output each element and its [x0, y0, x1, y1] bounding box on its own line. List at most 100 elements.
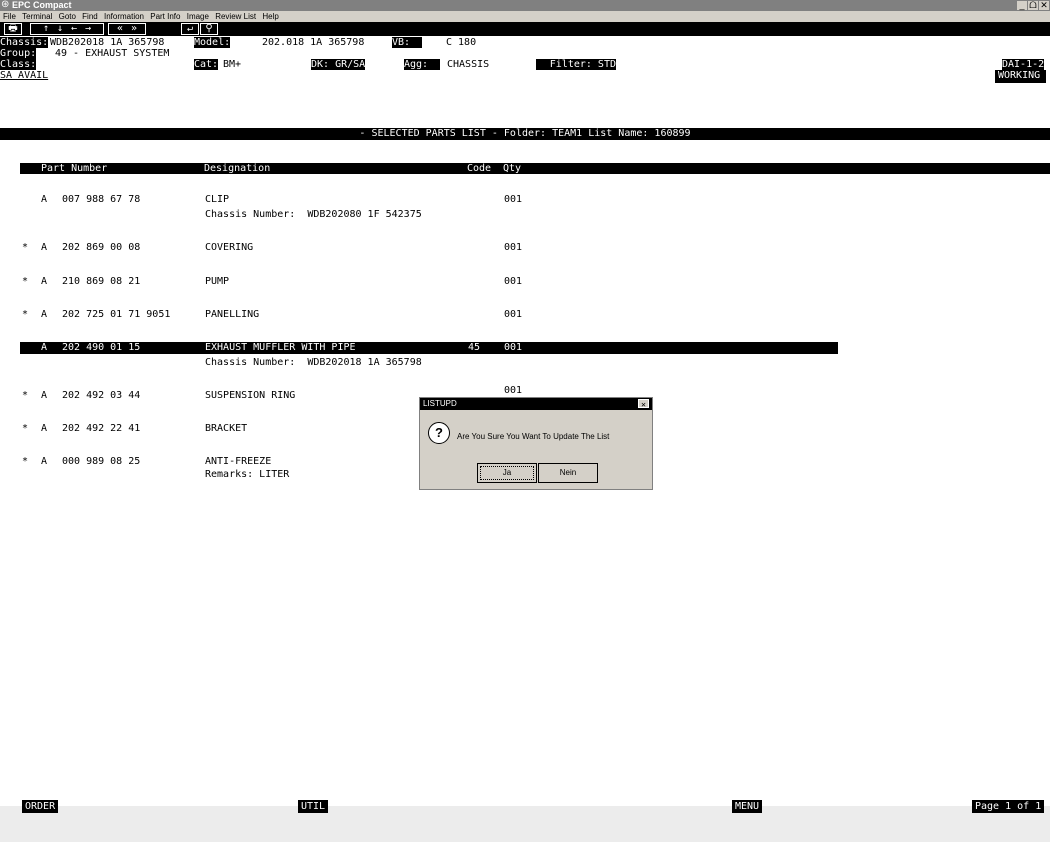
- dai-label: DAI-1-2: [1002, 59, 1045, 70]
- dialog-close-icon[interactable]: ✕: [638, 399, 649, 409]
- search-button[interactable]: ⚲: [200, 23, 218, 35]
- selection-highlight: [20, 342, 838, 354]
- row-qty: 001: [504, 342, 523, 353]
- menu-help[interactable]: Help: [262, 11, 278, 22]
- menu-file[interactable]: File: [3, 11, 16, 22]
- row-designation: COVERING: [205, 242, 254, 253]
- search-icon: ⚲: [205, 23, 213, 34]
- filter-label: Filter: STD: [536, 59, 616, 70]
- row-part-number: 202 492 03 44: [62, 390, 141, 401]
- row-designation: EXHAUST MUFFLER WITH PIPE: [205, 342, 356, 353]
- row-chassis-note: Chassis Number: WDB202018 1A 365798: [205, 357, 422, 368]
- row-qty: 001: [504, 194, 523, 205]
- app-icon: ⊛: [1, 0, 10, 10]
- arrow-up-icon[interactable]: ↑: [39, 24, 53, 34]
- menu-information[interactable]: Information: [104, 11, 144, 22]
- enter-icon: ↵: [186, 23, 194, 34]
- chassis-value: WDB202018 1A 365798: [50, 37, 165, 48]
- question-icon: ?: [428, 422, 450, 444]
- row-part-number: 202 490 01 15: [62, 342, 141, 353]
- row-prefix: A: [41, 276, 48, 287]
- col-designation[interactable]: Designation: [204, 163, 270, 174]
- arrow-left-icon[interactable]: ←: [67, 24, 81, 34]
- row-qty: 001: [504, 276, 523, 287]
- row-code: 45: [468, 342, 481, 353]
- model-value: 202.018 1A 365798: [262, 37, 365, 48]
- agg-label: Agg:: [404, 59, 440, 70]
- menu-find[interactable]: Find: [82, 11, 98, 22]
- print-icon: 🖶: [8, 23, 18, 34]
- row-mark: *: [22, 242, 29, 253]
- menu-image[interactable]: Image: [187, 11, 209, 22]
- row-designation: SUSPENSION RING: [205, 390, 296, 401]
- row-prefix: A: [41, 194, 48, 205]
- row-part-number: 007 988 67 78: [62, 194, 141, 205]
- print-button[interactable]: 🖶: [4, 23, 22, 35]
- order-key[interactable]: ORDER: [22, 800, 59, 813]
- page-indicator: Page 1 of 1: [972, 800, 1045, 813]
- row-mark: *: [22, 276, 29, 287]
- double-left-icon[interactable]: «: [113, 24, 127, 34]
- vb-value: C 180: [446, 37, 477, 48]
- col-code[interactable]: Code: [467, 163, 491, 174]
- row-mark: *: [22, 423, 29, 434]
- row-designation: BRACKET: [205, 423, 248, 434]
- menu-goto[interactable]: Goto: [59, 11, 76, 22]
- row-prefix: A: [41, 423, 48, 434]
- arrow-down-icon[interactable]: ↓: [53, 24, 67, 34]
- menu-terminal[interactable]: Terminal: [22, 11, 52, 22]
- close-button[interactable]: ✕: [1039, 1, 1049, 10]
- row-mark: *: [22, 390, 29, 401]
- enter-button[interactable]: ↵: [181, 23, 199, 35]
- row-designation: PANELLING: [205, 309, 260, 320]
- group-value: 49 - EXHAUST SYSTEM: [55, 48, 170, 59]
- row-prefix: A: [41, 342, 48, 353]
- working-status: WORKING: [995, 70, 1047, 83]
- row-remarks: Remarks: LITER: [205, 469, 290, 480]
- vb-label: VB:: [392, 37, 422, 48]
- row-prefix: A: [41, 242, 48, 253]
- row-part-number: 000 989 08 25: [62, 456, 141, 467]
- menu-part-info[interactable]: Part Info: [150, 11, 180, 22]
- row-chassis-note: Chassis Number: WDB202080 1F 542375: [205, 209, 422, 220]
- col-qty[interactable]: Qty: [503, 163, 521, 174]
- arrow-right-icon[interactable]: →: [81, 24, 95, 34]
- menu-review-list[interactable]: Review List: [215, 11, 256, 22]
- arrow-button-group: ↑ ↓ ← →: [30, 23, 104, 35]
- class-label: Class:: [0, 59, 37, 70]
- restore-button[interactable]: ᗝ: [1028, 1, 1038, 10]
- row-prefix: A: [41, 456, 48, 467]
- dialog-message: Are You Sure You Want To Update The List: [457, 432, 610, 441]
- row-part-number: 202 725 01 71 9051: [62, 309, 171, 320]
- agg-value: CHASSIS: [447, 59, 490, 70]
- window-title: EPC Compact: [12, 0, 72, 10]
- chassis-label: Chassis:: [0, 37, 49, 48]
- sa-avail-label: SA AVAIL: [0, 70, 49, 81]
- row-designation: CLIP: [205, 194, 230, 205]
- row-mark: *: [22, 309, 29, 320]
- row-qty: 001: [504, 309, 523, 320]
- confirm-update-dialog: LISTUPD ✕ ? Are You Sure You Want To Upd…: [419, 397, 653, 490]
- menu-bar: File Terminal Goto Find Information Part…: [0, 11, 1050, 22]
- row-prefix: A: [41, 390, 48, 401]
- menu-key[interactable]: MENU: [732, 800, 763, 813]
- dialog-title: LISTUPD: [420, 398, 652, 410]
- util-key[interactable]: UTIL: [298, 800, 329, 813]
- group-label: Group:: [0, 48, 37, 59]
- row-qty: 001: [504, 385, 523, 396]
- yes-button[interactable]: Ja: [477, 463, 537, 483]
- header-spacer: [0, 84, 1050, 128]
- col-part-number[interactable]: Part Number: [41, 163, 107, 174]
- vehicle-header: Chassis: WDB202018 1A 365798 Model: 202.…: [0, 36, 1050, 84]
- row-mark: *: [22, 456, 29, 467]
- model-label: Model:: [194, 37, 231, 48]
- row-part-number: 202 492 22 41: [62, 423, 141, 434]
- minimize-button[interactable]: _: [1017, 1, 1027, 10]
- title-bar: ⊛ EPC Compact _ ᗝ ✕: [0, 0, 1050, 11]
- page-button-group: «»: [108, 23, 146, 35]
- column-header: Part Number Designation Code Qty: [20, 163, 1050, 174]
- no-button[interactable]: Nein: [538, 463, 598, 483]
- double-right-icon[interactable]: »: [127, 24, 141, 34]
- row-part-number: 202 869 00 08: [62, 242, 141, 253]
- list-banner: - SELECTED PARTS LIST - Folder: TEAM1 Li…: [0, 128, 1050, 140]
